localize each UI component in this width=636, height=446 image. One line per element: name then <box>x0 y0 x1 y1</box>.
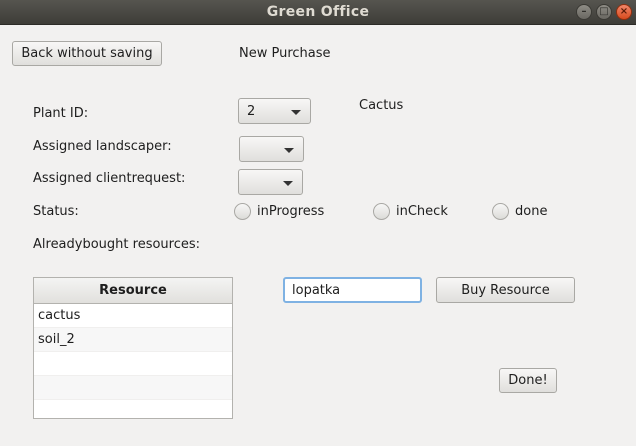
resources-label: Alreadybought resources: <box>33 237 201 252</box>
resource-column-header[interactable]: Resource <box>34 278 232 304</box>
landscaper-combobox[interactable] <box>239 136 304 162</box>
maximize-icon[interactable]: □ <box>596 4 612 20</box>
title-bar: Green Office – □ × <box>0 0 636 25</box>
chevron-down-icon <box>283 181 293 186</box>
landscaper-label: Assigned landscaper: <box>33 139 172 154</box>
plant-id-value: 2 <box>247 104 256 119</box>
page-title: New Purchase <box>239 46 331 61</box>
radio-circle[interactable] <box>234 203 251 220</box>
window-title: Green Office <box>266 4 370 20</box>
app-window: Green Office – □ × Back without saving N… <box>0 0 636 446</box>
table-row[interactable] <box>34 376 232 400</box>
chevron-down-icon <box>291 110 301 115</box>
plant-id-combobox[interactable]: 2 <box>238 98 311 124</box>
plant-name: Cactus <box>359 98 404 113</box>
radio-done-label: done <box>515 204 548 219</box>
clientrequest-combobox[interactable] <box>238 169 303 195</box>
clientrequest-label: Assigned clientrequest: <box>33 171 186 186</box>
back-without-saving-button[interactable]: Back without saving <box>12 41 162 66</box>
minimize-icon[interactable]: – <box>576 4 592 20</box>
resource-name-input[interactable] <box>283 277 422 303</box>
status-label: Status: <box>33 204 79 219</box>
radio-circle[interactable] <box>492 203 509 220</box>
done-button[interactable]: Done! <box>499 368 557 393</box>
radio-circle[interactable] <box>373 203 390 220</box>
radio-inprogress-label: inProgress <box>257 204 325 219</box>
radio-incheck-label: inCheck <box>396 204 448 219</box>
table-row[interactable]: cactus <box>34 304 232 328</box>
close-icon[interactable]: × <box>616 4 632 20</box>
table-row[interactable]: soil_2 <box>34 328 232 352</box>
resources-table[interactable]: Resource cactus soil_2 <box>33 277 233 419</box>
buy-resource-button[interactable]: Buy Resource <box>436 277 575 303</box>
table-row[interactable] <box>34 400 232 418</box>
table-row[interactable] <box>34 352 232 376</box>
chevron-down-icon <box>284 148 294 153</box>
plant-id-label: Plant ID: <box>33 106 89 121</box>
